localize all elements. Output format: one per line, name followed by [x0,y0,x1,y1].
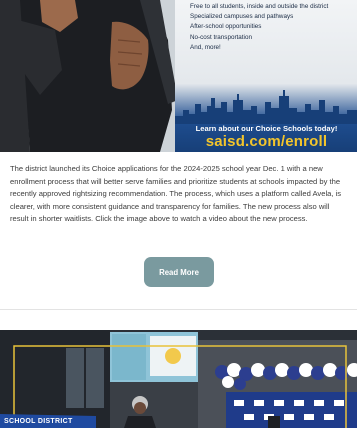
article-body: The district launched its Choice applica… [10,164,342,224]
school-district-sign: SCHOOL DISTRICT [4,418,73,425]
benefit-item: Free to all students, inside and outside… [190,3,329,10]
city-skyline-graphic [175,90,357,124]
benefit-item: After-school opportunities [190,23,262,31]
hero-cta-text: Learn about our Choice Schools today! [195,124,338,133]
benefits-list: Free to all students, inside and outside… [190,2,357,53]
enroll-url-link[interactable]: saisd.com/enroll [176,133,357,150]
read-more-button[interactable]: Read More [144,257,214,287]
event-photo[interactable]: SCHOOL DISTRICT [0,330,357,428]
section-divider [0,309,357,310]
benefit-item: And, more! [190,43,221,51]
benefit-item: No-cost transportation [190,33,252,41]
benefit-item: Specialized campuses and pathways [190,13,294,21]
enroll-hero-banner[interactable]: Free to all students, inside and outside… [0,0,357,152]
student-photo [0,0,200,152]
